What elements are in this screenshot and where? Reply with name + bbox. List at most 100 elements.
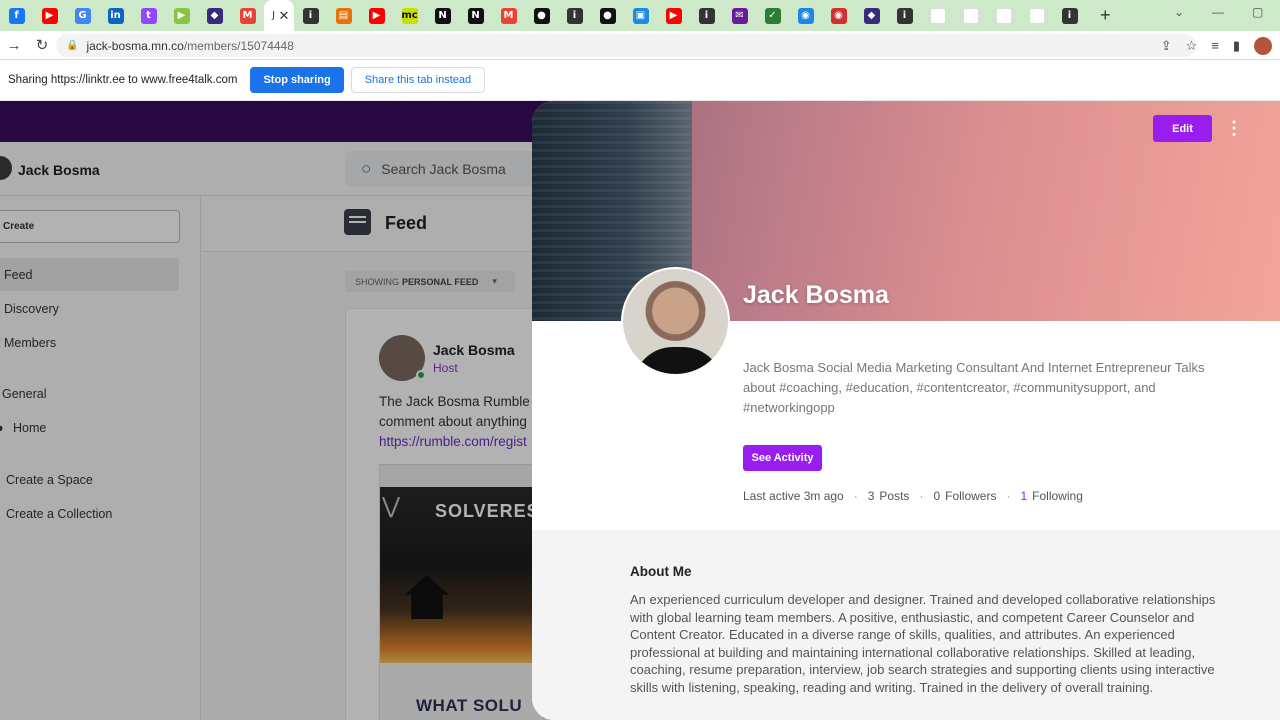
browser-tab[interactable]: i xyxy=(1053,0,1086,31)
gmail-icon: M xyxy=(500,7,517,24)
browser-tab[interactable]: i xyxy=(558,0,591,31)
youtube-icon: ▶ xyxy=(368,7,385,24)
new-tab-icon[interactable]: + xyxy=(1100,5,1111,26)
close-tab-icon[interactable]: ✕ xyxy=(279,8,290,24)
info-icon: i xyxy=(302,7,319,24)
browser-tab[interactable]: ▶ xyxy=(165,0,198,31)
active-tab: J xyxy=(272,10,276,21)
browser-tab[interactable]: f xyxy=(0,0,33,31)
linkedin-icon: in xyxy=(107,7,124,24)
more-options-icon[interactable]: ⋮ xyxy=(1225,115,1243,142)
mail-icon: ✉ xyxy=(731,7,748,24)
last-active-text: Last active 3m ago xyxy=(743,489,844,503)
posts-count[interactable]: 3 xyxy=(868,489,875,503)
minimize-icon[interactable]: — xyxy=(1212,5,1224,19)
blank-icon xyxy=(1028,7,1045,24)
reload-icon[interactable]: ↻ xyxy=(28,36,56,54)
browser-tab[interactable] xyxy=(987,0,1020,31)
browser-tab[interactable]: ◆ xyxy=(855,0,888,31)
browser-tab[interactable]: i xyxy=(888,0,921,31)
circle-icon: ● xyxy=(599,7,616,24)
browser-tab[interactable]: ▶ xyxy=(33,0,66,31)
following-count[interactable]: 1 xyxy=(1020,489,1027,503)
tab-search-icon[interactable]: ⌄ xyxy=(1174,5,1184,19)
profile-bio: Jack Bosma Social Media Marketing Consul… xyxy=(743,360,1205,415)
twitch-icon: t xyxy=(140,7,157,24)
browser-tab[interactable]: ◉ xyxy=(822,0,855,31)
browser-tab[interactable] xyxy=(921,0,954,31)
browser-tab[interactable]: ▶ xyxy=(657,0,690,31)
browser-tab[interactable]: ◆ xyxy=(198,0,231,31)
see-activity-button[interactable]: See Activity xyxy=(743,445,822,471)
forward-icon[interactable]: → xyxy=(0,37,28,54)
edit-profile-button[interactable]: Edit xyxy=(1153,115,1212,142)
media-control-icon[interactable]: ≡ xyxy=(1211,38,1219,53)
browser-tab[interactable]: ▶ xyxy=(360,0,393,31)
browser-tab[interactable]: ● xyxy=(591,0,624,31)
profile-stats: Last active 3m ago · 3 Posts · 0 Followe… xyxy=(743,489,1083,503)
site-icon: ◆ xyxy=(206,7,223,24)
side-panel-icon[interactable]: ▮ xyxy=(1233,38,1240,54)
browser-tab[interactable]: M xyxy=(231,0,264,31)
circle-icon: ● xyxy=(533,7,550,24)
browser-tab[interactable]: ● xyxy=(525,0,558,31)
screen-sharing-bar: Sharing https://linktr.ee to www.free4ta… xyxy=(0,60,1280,101)
feather-icon: ✓ xyxy=(764,7,781,24)
profile-avatar-large xyxy=(621,267,730,376)
sharing-message: Sharing https://linktr.ee to www.free4ta… xyxy=(8,74,238,86)
followers-label[interactable]: Followers xyxy=(945,489,996,503)
stop-sharing-button[interactable]: Stop sharing xyxy=(250,67,344,93)
share-this-tab-button[interactable]: Share this tab instead xyxy=(350,67,486,93)
following-label[interactable]: Following xyxy=(1032,489,1083,503)
browser-tab[interactable] xyxy=(954,0,987,31)
browser-tab[interactable]: J ✕ xyxy=(264,0,294,31)
about-text: An experienced curriculum developer and … xyxy=(630,592,1216,695)
browser-tab[interactable]: i xyxy=(294,0,327,31)
restore-icon[interactable]: ▢ xyxy=(1252,5,1263,19)
info-icon: i xyxy=(1061,7,1078,24)
blank-icon xyxy=(929,7,946,24)
lock-icon[interactable]: 🔒 xyxy=(66,40,78,51)
site-icon: ◆ xyxy=(863,7,880,24)
globe-icon: ◉ xyxy=(797,7,814,24)
browser-tab[interactable]: M xyxy=(492,0,525,31)
info-icon: i xyxy=(566,7,583,24)
posts-label[interactable]: Posts xyxy=(879,489,909,503)
rumble-icon: ▶ xyxy=(173,7,190,24)
about-title: About Me xyxy=(630,564,692,579)
browser-tab[interactable] xyxy=(1020,0,1053,31)
info-icon: i xyxy=(896,7,913,24)
youtube-icon: ▶ xyxy=(41,7,58,24)
address-bar: → ↻ 🔒 jack-bosma.mn.co/members/15074448 … xyxy=(0,31,1280,60)
url-host: jack-bosma.mn.co xyxy=(86,38,184,53)
browser-tab[interactable]: t xyxy=(132,0,165,31)
mc-icon: mc xyxy=(401,7,418,24)
browser-tab[interactable]: ◉ xyxy=(789,0,822,31)
window-icon: ▣ xyxy=(632,7,649,24)
record-icon: ◉ xyxy=(830,7,847,24)
browser-tab[interactable]: mc xyxy=(393,0,426,31)
browser-tab[interactable]: ▣ xyxy=(624,0,657,31)
browser-tab[interactable]: ▤ xyxy=(327,0,360,31)
google-icon: G xyxy=(74,7,91,24)
browser-tab[interactable]: in xyxy=(99,0,132,31)
about-section: About Me An experienced curriculum devel… xyxy=(532,530,1280,720)
browser-tab[interactable]: N xyxy=(426,0,459,31)
youtube-icon: ▶ xyxy=(665,7,682,24)
browser-tab[interactable]: ✉ xyxy=(723,0,756,31)
followers-count[interactable]: 0 xyxy=(933,489,940,503)
notion-icon: N xyxy=(434,7,451,24)
bookmark-star-icon[interactable]: ☆ xyxy=(1186,38,1198,54)
facebook-icon: f xyxy=(8,7,25,24)
browser-tab[interactable]: G xyxy=(66,0,99,31)
bookmark-icon: ▤ xyxy=(335,7,352,24)
share-icon[interactable]: ⇪ xyxy=(1161,38,1172,54)
notion-icon: N xyxy=(467,7,484,24)
browser-tab[interactable]: ✓ xyxy=(756,0,789,31)
url-input[interactable]: 🔒 jack-bosma.mn.co/members/15074448 xyxy=(56,34,1196,57)
browser-tab[interactable]: i xyxy=(690,0,723,31)
browser-tab[interactable]: N xyxy=(459,0,492,31)
gmail-icon: M xyxy=(239,7,256,24)
profile-name: Jack Bosma xyxy=(743,281,889,309)
profile-avatar[interactable] xyxy=(1254,36,1272,55)
